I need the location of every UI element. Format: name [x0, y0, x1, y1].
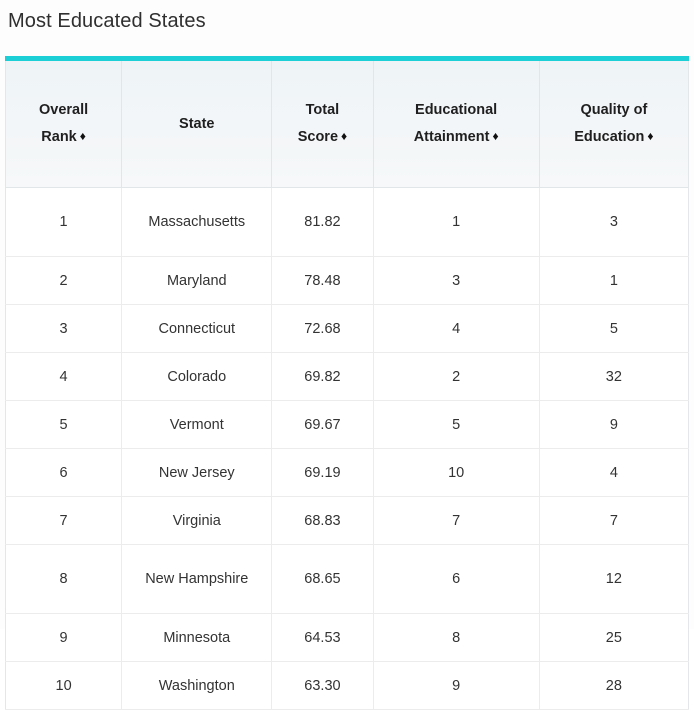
column-header-educational-attainment-line2: Attainment	[413, 129, 490, 145]
table-row: 4 Colorado 69.82 2 32	[5, 352, 689, 401]
column-header-educational-attainment-line1: Educational	[415, 102, 498, 118]
table-header: Overall Rank ♦ State Total Score ♦ Educa…	[5, 61, 689, 188]
table-row: 3 Connecticut 72.68 4 5	[5, 304, 689, 353]
column-header-overall-rank[interactable]: Overall Rank ♦	[5, 61, 123, 188]
cell-educational-attainment: 3	[373, 256, 540, 305]
cell-educational-attainment: 1	[373, 187, 540, 257]
cell-quality-of-education: 5	[539, 304, 689, 353]
cell-state: New Hampshire	[121, 544, 273, 614]
cell-educational-attainment: 9	[373, 661, 540, 710]
cell-educational-attainment: 4	[373, 304, 540, 353]
ranking-table-container: Overall Rank ♦ State Total Score ♦ Educa…	[5, 56, 689, 710]
column-header-state[interactable]: State	[121, 61, 273, 188]
cell-total-score: 81.82	[271, 187, 374, 257]
column-header-overall-rank-line1: Overall	[38, 102, 89, 118]
sort-arrows-icon[interactable]: ♦	[341, 130, 347, 142]
sort-arrows-icon[interactable]: ♦	[80, 130, 86, 142]
table-row: 2 Maryland 78.48 3 1	[5, 256, 689, 305]
cell-quality-of-education: 1	[539, 256, 689, 305]
cell-overall-rank: 5	[5, 400, 123, 449]
cell-overall-rank: 1	[5, 187, 123, 257]
cell-overall-rank: 6	[5, 448, 123, 497]
column-header-quality-of-education-line2: Education	[574, 129, 645, 145]
cell-total-score: 78.48	[271, 256, 374, 305]
page-title: Most Educated States	[8, 10, 206, 32]
table-row: 8 New Hampshire 68.65 6 12	[5, 544, 689, 614]
cell-total-score: 64.53	[271, 613, 374, 662]
cell-state: Virginia	[121, 496, 273, 545]
cell-state: Connecticut	[121, 304, 273, 353]
cell-total-score: 69.82	[271, 352, 374, 401]
page-container: Most Educated States Overall Rank ♦ Stat…	[0, 0, 694, 710]
cell-overall-rank: 10	[5, 661, 123, 710]
cell-state: Colorado	[121, 352, 273, 401]
cell-total-score: 72.68	[271, 304, 374, 353]
column-header-quality-of-education-line1: Quality of	[580, 102, 648, 118]
column-header-total-score[interactable]: Total Score ♦	[271, 61, 374, 188]
sort-arrows-icon[interactable]: ♦	[492, 130, 498, 142]
cell-overall-rank: 9	[5, 613, 123, 662]
column-header-educational-attainment[interactable]: Educational Attainment ♦	[373, 61, 540, 188]
cell-overall-rank: 7	[5, 496, 123, 545]
column-header-total-score-line2: Score	[297, 129, 339, 145]
cell-state: New Jersey	[121, 448, 273, 497]
cell-state: Vermont	[121, 400, 273, 449]
cell-quality-of-education: 32	[539, 352, 689, 401]
table-body: 1 Massachusetts 81.82 1 3 2 Maryland 78.48 3 1 3 Co…	[5, 187, 689, 710]
cell-quality-of-education: 4	[539, 448, 689, 497]
cell-educational-attainment: 10	[373, 448, 540, 497]
table-row: 7 Virginia 68.83 7 7	[5, 496, 689, 545]
cell-educational-attainment: 5	[373, 400, 540, 449]
cell-total-score: 69.19	[271, 448, 374, 497]
cell-educational-attainment: 7	[373, 496, 540, 545]
cell-educational-attainment: 2	[373, 352, 540, 401]
cell-overall-rank: 4	[5, 352, 123, 401]
cell-overall-rank: 2	[5, 256, 123, 305]
table-row: 10 Washington 63.30 9 28	[5, 661, 689, 710]
cell-state: Minnesota	[121, 613, 273, 662]
cell-quality-of-education: 12	[539, 544, 689, 614]
table-header-row: Overall Rank ♦ State Total Score ♦ Educa…	[5, 61, 689, 188]
cell-quality-of-education: 7	[539, 496, 689, 545]
cell-total-score: 69.67	[271, 400, 374, 449]
table-row: 9 Minnesota 64.53 8 25	[5, 613, 689, 662]
cell-quality-of-education: 3	[539, 187, 689, 257]
cell-overall-rank: 8	[5, 544, 123, 614]
most-educated-states-table: Overall Rank ♦ State Total Score ♦ Educa…	[5, 61, 689, 710]
cell-educational-attainment: 8	[373, 613, 540, 662]
cell-state: Washington	[121, 661, 273, 710]
cell-educational-attainment: 6	[373, 544, 540, 614]
cell-state: Massachusetts	[121, 187, 273, 257]
column-header-total-score-line1: Total	[305, 102, 340, 118]
cell-overall-rank: 3	[5, 304, 123, 353]
column-header-quality-of-education[interactable]: Quality of Education ♦	[539, 61, 689, 188]
cell-total-score: 68.83	[271, 496, 374, 545]
cell-quality-of-education: 9	[539, 400, 689, 449]
table-row: 1 Massachusetts 81.82 1 3	[5, 187, 689, 257]
cell-total-score: 63.30	[271, 661, 374, 710]
cell-state: Maryland	[121, 256, 273, 305]
cell-total-score: 68.65	[271, 544, 374, 614]
cell-quality-of-education: 25	[539, 613, 689, 662]
column-header-state-label: State	[179, 115, 215, 132]
column-header-overall-rank-line2: Rank	[41, 129, 77, 145]
cell-quality-of-education: 28	[539, 661, 689, 710]
table-row: 6 New Jersey 69.19 10 4	[5, 448, 689, 497]
sort-arrows-icon[interactable]: ♦	[647, 130, 653, 142]
table-row: 5 Vermont 69.67 5 9	[5, 400, 689, 449]
